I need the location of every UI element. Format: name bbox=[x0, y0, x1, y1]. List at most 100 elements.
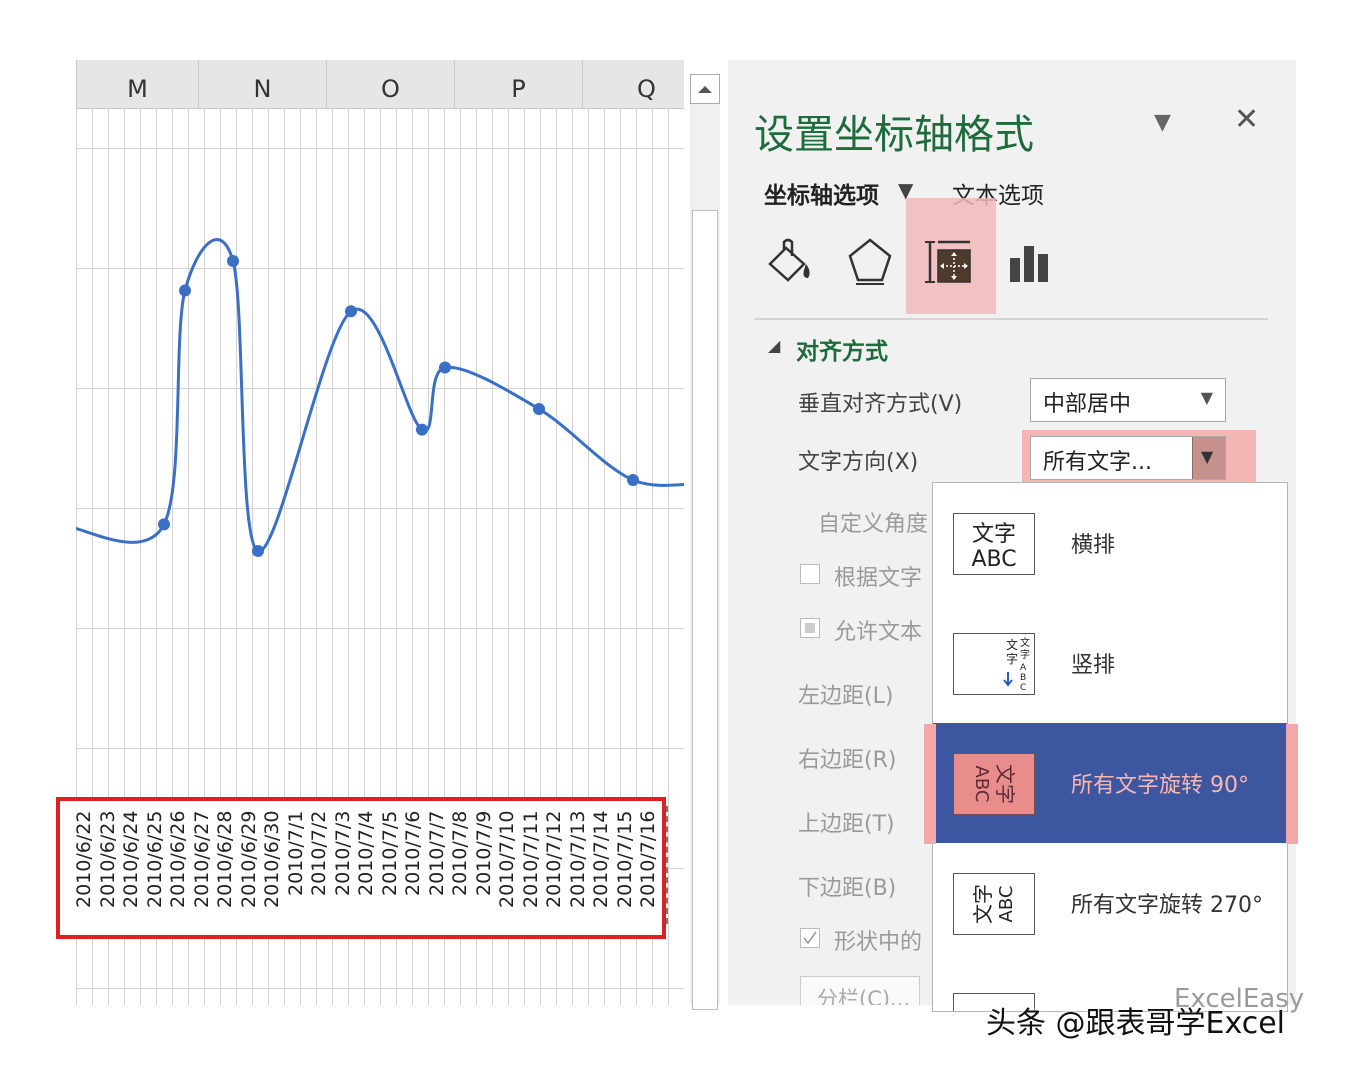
left-margin-label: 左边距(L) bbox=[798, 684, 894, 709]
axis-selection-edge bbox=[666, 806, 682, 924]
data-point[interactable] bbox=[227, 254, 239, 267]
tab-axis-options[interactable]: 坐标轴选项 bbox=[764, 176, 879, 210]
text-direction-select[interactable]: 所有文字... ▼ bbox=[1030, 436, 1226, 480]
data-point[interactable] bbox=[627, 474, 639, 486]
svg-text:文字: 文字 bbox=[972, 522, 1016, 547]
column-header-q[interactable]: Q bbox=[582, 60, 684, 108]
text-direction-value: 所有文字... bbox=[1043, 450, 1152, 475]
x-axis-tick-label: 2010/7/12 bbox=[543, 811, 565, 909]
custom-angle-label: 自定义角度 bbox=[818, 512, 929, 537]
svg-text:ABC: ABC bbox=[996, 886, 1017, 923]
x-axis-tick-label: 2010/7/16 bbox=[637, 811, 659, 909]
menu-item-rotate-90[interactable]: 文字 ABC 所有文字旋转 90° bbox=[933, 723, 1287, 843]
svg-text:ABC: ABC bbox=[971, 547, 1016, 572]
resize-shape-checkbox[interactable] bbox=[800, 564, 820, 584]
data-point[interactable] bbox=[345, 305, 357, 318]
chevron-down-icon: ▼ bbox=[1200, 388, 1213, 407]
x-axis-tick-label: 2010/6/25 bbox=[143, 811, 166, 909]
x-axis-tick-label: 2010/7/10 bbox=[496, 811, 518, 909]
collapse-triangle-icon[interactable]: ◢ bbox=[768, 336, 780, 355]
x-axis-tick-label: 2010/7/3 bbox=[331, 811, 354, 897]
bar-chart-icon[interactable] bbox=[1002, 234, 1058, 290]
x-axis-tick-label: 2010/7/2 bbox=[308, 811, 330, 897]
menu-item-label: 所有文字旋转 90° bbox=[1071, 773, 1249, 798]
vertical-scrollbar[interactable] bbox=[690, 74, 720, 1010]
x-axis-tick-label: 2010/7/7 bbox=[425, 811, 448, 897]
rotate-270-text-icon: 文字 ABC bbox=[953, 873, 1035, 935]
x-axis-tick-label: 2010/7/8 bbox=[449, 811, 471, 897]
fill-bucket-icon[interactable] bbox=[762, 234, 818, 290]
data-point[interactable] bbox=[179, 284, 191, 297]
divider bbox=[754, 318, 1268, 320]
x-axis-tick-labels: 2010/6/22 2010/6/23 2010/6/24 2010/6/25 2010… bbox=[74, 811, 660, 929]
x-axis-tick-label: 2010/7/11 bbox=[519, 811, 542, 909]
column-header-o[interactable]: O bbox=[326, 60, 454, 108]
svg-text:字: 字 bbox=[1020, 648, 1030, 661]
watermark: 头条 @跟表哥学Excel bbox=[986, 1006, 1286, 1041]
wrap-text-checkbox[interactable] bbox=[800, 928, 820, 948]
x-axis-tick-label: 2010/6/30 bbox=[261, 811, 283, 909]
pentagon-effects-icon[interactable] bbox=[842, 234, 898, 290]
data-point[interactable] bbox=[252, 545, 264, 558]
x-axis-tick-label: 2010/6/24 bbox=[120, 811, 142, 909]
right-margin-label: 右边距(R) bbox=[798, 748, 897, 773]
checkmark-icon bbox=[803, 931, 817, 945]
x-axis-tick-label: 2010/7/1 bbox=[284, 811, 307, 897]
svg-text:B: B bbox=[1020, 673, 1026, 683]
data-point[interactable] bbox=[416, 423, 428, 436]
wrap-text-label: 形状中的 bbox=[834, 930, 923, 955]
x-axis-labels-highlight[interactable]: 2010/6/22 2010/6/23 2010/6/24 2010/6/25 2010… bbox=[56, 797, 666, 939]
menu-item-vertical[interactable]: 文 字 文 字 A B C 竖排 bbox=[933, 603, 1287, 723]
data-point[interactable] bbox=[158, 518, 170, 531]
triangle-up-icon bbox=[698, 86, 712, 93]
section-alignment-title[interactable]: 对齐方式 bbox=[796, 332, 888, 366]
columns-button-label: 分栏(C)... bbox=[817, 987, 911, 1005]
allow-overflow-checkbox[interactable] bbox=[800, 618, 820, 638]
close-icon[interactable]: ✕ bbox=[1234, 102, 1259, 137]
menu-highlight-left bbox=[924, 724, 936, 844]
menu-item-rotate-270[interactable]: 文字 ABC 所有文字旋转 270° bbox=[933, 843, 1287, 963]
pane-title: 设置坐标轴格式 bbox=[754, 112, 1034, 158]
vertical-align-value: 中部居中 bbox=[1043, 392, 1132, 417]
x-axis-tick-label: 2010/7/9 bbox=[472, 811, 495, 897]
resize-shape-label: 根据文字 bbox=[834, 566, 923, 591]
text-direction-menu: 文字 ABC 横排 文 字 文 字 A B C 竖排 文字 ABC 所有文字旋转… bbox=[932, 482, 1288, 1012]
x-axis-tick-label: 2010/6/29 bbox=[237, 811, 260, 909]
vertical-align-select[interactable]: 中部居中 ▼ bbox=[1030, 378, 1226, 422]
scrollbar-thumb[interactable] bbox=[692, 210, 718, 1010]
series-line[interactable] bbox=[76, 238, 684, 553]
column-header-row: M N O P Q bbox=[76, 60, 684, 109]
x-axis-tick-label: 2010/6/22 bbox=[74, 811, 95, 909]
menu-item-horizontal[interactable]: 文字 ABC 横排 bbox=[933, 483, 1287, 603]
x-axis-tick-label: 2010/6/23 bbox=[96, 811, 119, 909]
svg-text:文字: 文字 bbox=[993, 764, 1017, 804]
column-header-p[interactable]: P bbox=[454, 60, 582, 108]
size-properties-icon[interactable] bbox=[922, 234, 978, 290]
x-axis-tick-label: 2010/7/5 bbox=[378, 811, 401, 897]
columns-button[interactable]: 分栏(C)... bbox=[800, 976, 920, 1005]
allow-overflow-label: 允许文本 bbox=[834, 620, 923, 645]
svg-text:ABC: ABC bbox=[971, 766, 992, 803]
x-axis-tick-label: 2010/6/26 bbox=[167, 811, 189, 909]
column-header-n[interactable]: N bbox=[198, 60, 326, 108]
bottom-margin-label: 下边距(B) bbox=[798, 876, 897, 901]
svg-text:A: A bbox=[1020, 663, 1027, 673]
text-direction-dropdown-button[interactable]: ▼ bbox=[1192, 437, 1225, 479]
menu-item-label: 横排 bbox=[1071, 533, 1116, 558]
horizontal-text-icon: 文字 ABC bbox=[953, 513, 1035, 575]
menu-item-label: 所有文字旋转 270° bbox=[1071, 893, 1263, 918]
pane-options-icon[interactable]: ▼ bbox=[1154, 110, 1171, 135]
data-point[interactable] bbox=[439, 361, 451, 374]
text-direction-label: 文字方向(X) bbox=[798, 450, 919, 475]
scroll-up-button[interactable] bbox=[690, 74, 720, 104]
menu-item-label: 竖排 bbox=[1071, 653, 1116, 678]
menu-highlight-right bbox=[1286, 724, 1298, 844]
x-axis-tick-label: 2010/7/15 bbox=[613, 811, 636, 909]
svg-text:文: 文 bbox=[1020, 636, 1030, 649]
svg-text:文: 文 bbox=[1006, 637, 1018, 652]
column-header-m[interactable]: M bbox=[76, 60, 198, 108]
vertical-align-label: 垂直对齐方式(V) bbox=[798, 392, 963, 417]
data-point[interactable] bbox=[533, 402, 545, 415]
x-axis-tick-label: 2010/7/13 bbox=[566, 811, 589, 909]
rotate-90-text-icon: 文字 ABC bbox=[953, 753, 1035, 815]
